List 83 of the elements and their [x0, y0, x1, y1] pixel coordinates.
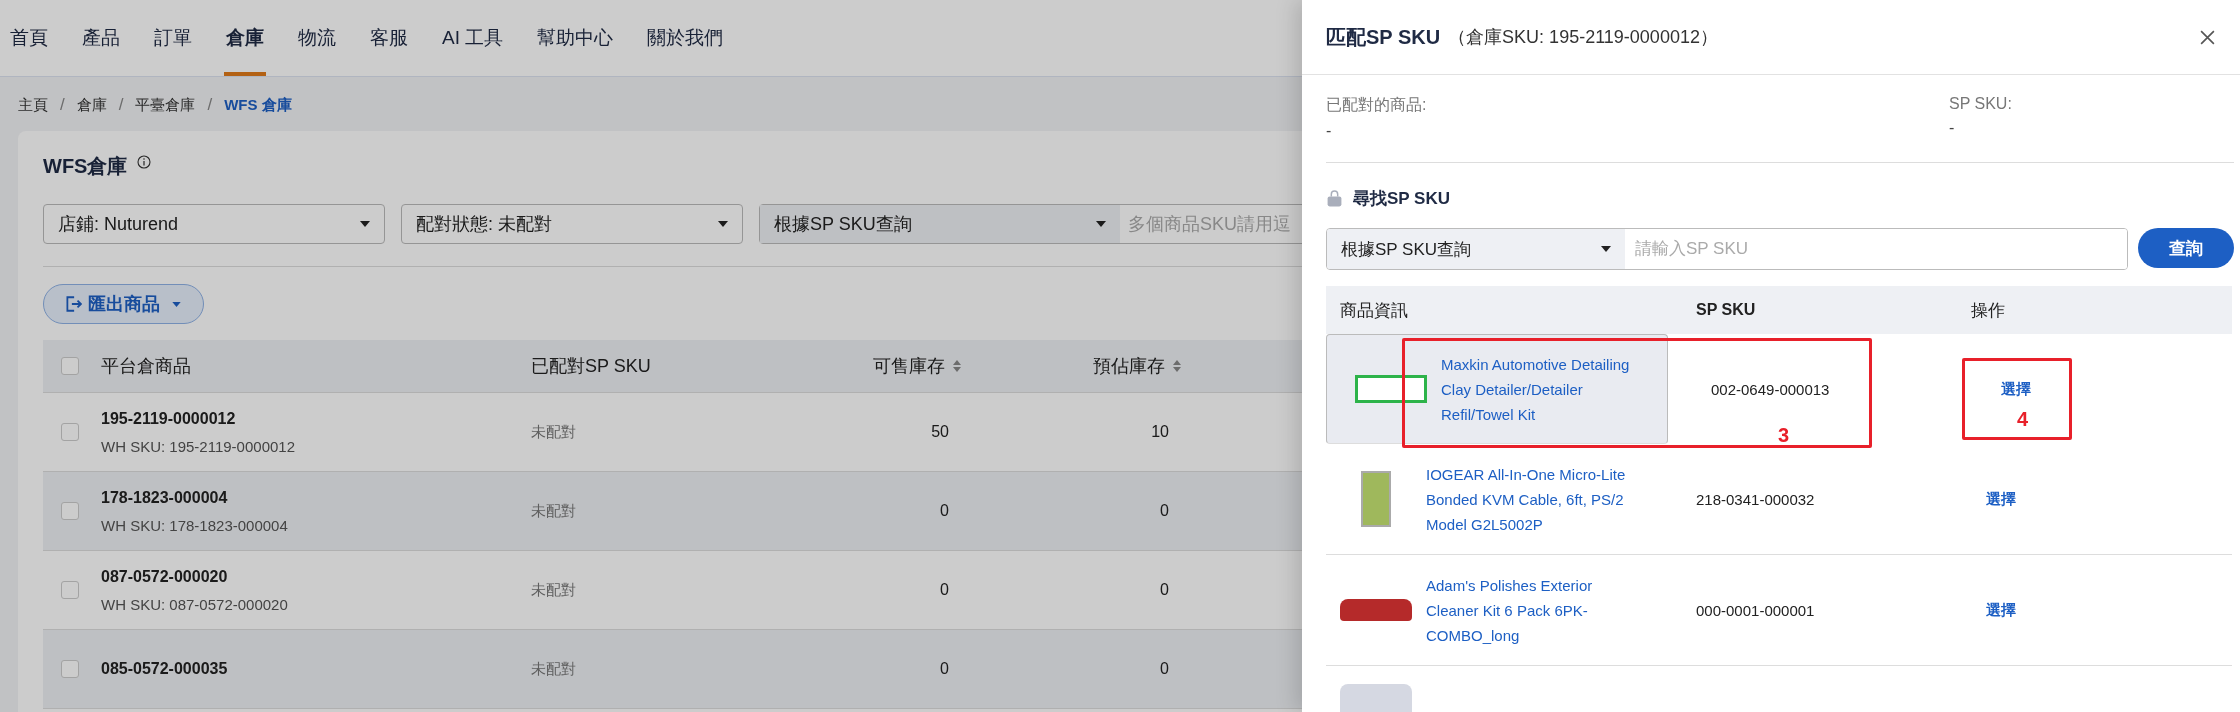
field-value: -	[1326, 122, 1333, 140]
nav-tab[interactable]: 倉庫	[224, 0, 266, 76]
match-status: 未配對	[531, 422, 577, 442]
photo-placeholder	[1361, 471, 1391, 527]
sp-sku: 000-0001-000001	[1696, 601, 1816, 619]
available-stock: 0	[940, 502, 949, 520]
export-button[interactable]: 匯出商品	[43, 284, 204, 324]
warehouse-sku: WH SKU: 195-2119-0000012	[101, 437, 296, 455]
nav-tab[interactable]: AI 工具	[440, 0, 506, 76]
close-icon[interactable]	[2199, 28, 2216, 46]
row-checkbox[interactable]	[61, 581, 79, 599]
photo-placeholder	[1355, 375, 1427, 403]
product-link[interactable]: IOGEAR All-In-One Micro-Lite Bonded KVM Cable, 6ft, PS/2 Model G2L5002P	[1426, 461, 1626, 537]
product-link[interactable]: Adam's Polishes Exterior Cleaner Kit 6 Pack 6PK-COMBO_long	[1426, 572, 1626, 648]
column-header: 可售庫存	[873, 355, 945, 378]
info-icon[interactable]	[137, 155, 152, 169]
photo-placeholder	[1340, 599, 1412, 621]
search-button[interactable]: 查詢	[2138, 228, 2234, 268]
nav-tab[interactable]: 客服	[368, 0, 410, 76]
nav-tab[interactable]: 產品	[80, 0, 122, 76]
reserved-stock: 0	[1160, 502, 1169, 520]
column-header: 預佔庫存	[1093, 355, 1165, 378]
nav-tab[interactable]: 物流	[296, 0, 338, 76]
filter-dropdown[interactable]: 配對狀態: 未配對	[401, 204, 743, 244]
breadcrumb-separator: /	[118, 95, 124, 115]
warehouse-sku: WH SKU: 178-1823-000004	[101, 516, 289, 534]
sp-sku: 218-0341-000032	[1696, 490, 1816, 508]
select-link[interactable]: 選擇	[1971, 600, 2016, 620]
available-stock: 0	[940, 581, 949, 599]
drawer-subtitle: （倉庫SKU: 195-2119-0000012）	[1448, 26, 1718, 49]
breadcrumb-separator: /	[207, 95, 213, 115]
sp-sku: 002-0649-000013	[1711, 380, 1831, 398]
select-all-checkbox[interactable]	[61, 357, 79, 375]
sort-icon[interactable]	[1173, 360, 1181, 372]
breadcrumb-link[interactable]: 平臺倉庫	[135, 95, 196, 115]
reserved-stock: 0	[1160, 660, 1169, 678]
column-header: 平台倉商品	[101, 355, 191, 378]
breadcrumb-link[interactable]: WFS 倉庫	[224, 95, 292, 115]
sort-icon[interactable]	[953, 360, 961, 372]
warehouse-sku: WH SKU: 087-0572-000020	[101, 595, 289, 613]
caret-icon	[1601, 246, 1611, 252]
product-sku: 085-0572-000035	[101, 660, 229, 678]
filter-dropdown[interactable]: 店鋪: Nuturend	[43, 204, 385, 244]
product-link[interactable]: Maxkin Automotive Detailing Clay Detailer/Detailer Refil/Towel Kit	[1441, 351, 1641, 427]
nav-tab[interactable]: 首頁	[8, 0, 50, 76]
field-label: 已配對的商品:	[1326, 95, 1428, 115]
select-link[interactable]: 選擇	[1986, 379, 2031, 399]
field-label: SP SKU:	[1949, 95, 2012, 113]
column-header: 商品資訊	[1339, 299, 1409, 322]
product-sku: 087-0572-000020	[101, 567, 229, 586]
row-checkbox[interactable]	[61, 423, 79, 441]
section-title: 尋找SP SKU	[1353, 188, 1450, 210]
match-status: 未配對	[531, 580, 577, 600]
sp-sku-search-field[interactable]: 根據SP SKU查詢 請輸入SP SKU	[1326, 228, 2128, 270]
reserved-stock: 0	[1160, 581, 1169, 599]
reserved-stock: 10	[1151, 423, 1169, 441]
nav-tab[interactable]: 幫助中心	[535, 0, 616, 76]
breadcrumb-separator: /	[60, 95, 65, 115]
field-value: -	[1949, 119, 1956, 137]
row-checkbox[interactable]	[61, 502, 79, 520]
match-status: 未配對	[531, 659, 577, 679]
match-status: 未配對	[531, 501, 577, 521]
annotation-number: 3	[1777, 424, 1789, 447]
product-sku: 195-2119-0000012	[101, 409, 237, 428]
drawer-title: 匹配SP SKU	[1326, 24, 1441, 50]
select-link[interactable]: 選擇	[1971, 489, 2016, 509]
nav-tab[interactable]: 關於我們	[645, 0, 726, 76]
column-header: 操作	[1971, 299, 2005, 322]
caret-icon	[718, 221, 728, 227]
breadcrumb-link[interactable]: 主頁	[18, 95, 48, 115]
nav-tab[interactable]: 訂單	[152, 0, 194, 76]
export-icon	[64, 295, 82, 313]
available-stock: 50	[931, 423, 949, 441]
product-sku: 178-1823-000004	[101, 488, 229, 507]
caret-icon	[172, 301, 181, 307]
available-stock: 0	[940, 660, 949, 678]
page-title: WFS倉庫	[43, 154, 128, 179]
row-checkbox[interactable]	[61, 660, 79, 678]
annotation-number: 4	[2017, 408, 2029, 431]
column-header: 已配對SP SKU	[531, 355, 651, 378]
column-header: SP SKU	[1696, 301, 1757, 319]
breadcrumb-link[interactable]: 倉庫	[76, 95, 107, 115]
caret-icon	[360, 221, 370, 227]
